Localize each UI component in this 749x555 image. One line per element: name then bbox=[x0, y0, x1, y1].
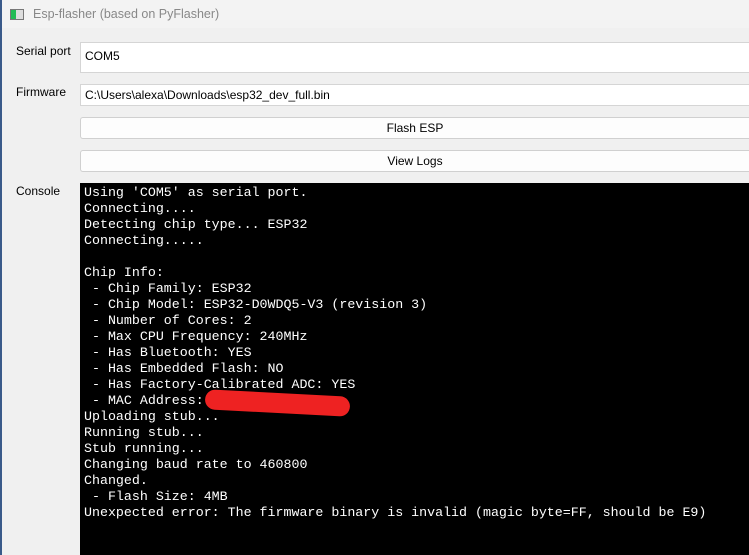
console-line: - Max CPU Frequency: 240MHz bbox=[84, 329, 308, 344]
firmware-label: Firmware bbox=[16, 85, 66, 99]
window-title: Esp-flasher (based on PyFlasher) bbox=[33, 7, 220, 21]
firmware-path-input[interactable]: C:\Users\alexa\Downloads\esp32_dev_full.… bbox=[80, 84, 749, 106]
console-line: Connecting.... bbox=[84, 201, 196, 216]
console-output[interactable]: Using 'COM5' as serial port. Connecting..… bbox=[80, 183, 749, 555]
window-border bbox=[0, 0, 2, 555]
console-line: - MAC Address: bbox=[84, 393, 204, 408]
console-line: Stub running... bbox=[84, 441, 204, 456]
console-line: - Chip Family: ESP32 bbox=[84, 281, 252, 296]
app-icon bbox=[10, 8, 24, 20]
serial-port-input[interactable]: COM5 bbox=[80, 42, 749, 73]
console-line: Chip Info: bbox=[84, 265, 164, 280]
flash-esp-button[interactable]: Flash ESP bbox=[80, 117, 749, 139]
console-line: - Chip Model: ESP32-D0WDQ5-V3 (revision … bbox=[84, 297, 428, 312]
title-bar: Esp-flasher (based on PyFlasher) bbox=[2, 0, 749, 28]
serial-port-label: Serial port bbox=[16, 44, 71, 58]
console-line: Uploading stub... bbox=[84, 409, 220, 424]
console-line: Changed. bbox=[84, 473, 148, 488]
console-line: Connecting..... bbox=[84, 233, 204, 248]
view-logs-button[interactable]: View Logs bbox=[80, 150, 749, 172]
console-line: Detecting chip type... ESP32 bbox=[84, 217, 308, 232]
console-line: Using 'COM5' as serial port. bbox=[84, 185, 308, 200]
console-line: - Flash Size: 4MB bbox=[84, 489, 228, 504]
console-line: Changing baud rate to 460800 bbox=[84, 457, 308, 472]
console-label: Console bbox=[16, 184, 61, 198]
console-line: - Has Factory-Calibrated ADC: YES bbox=[84, 377, 356, 392]
console-line: - Has Bluetooth: YES bbox=[84, 345, 252, 360]
console-line: Running stub... bbox=[84, 425, 204, 440]
console-line: Unexpected error: The firmware binary is… bbox=[84, 505, 707, 520]
console-line: - Has Embedded Flash: NO bbox=[84, 361, 284, 376]
console-line: - Number of Cores: 2 bbox=[84, 313, 252, 328]
